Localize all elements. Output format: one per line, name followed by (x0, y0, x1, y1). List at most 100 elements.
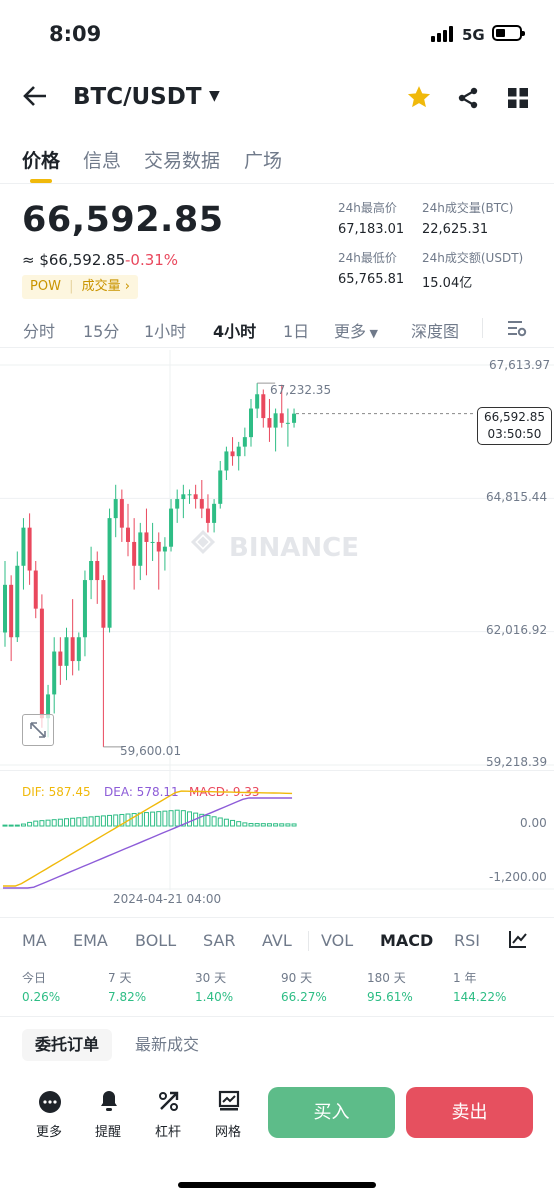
macd-histogram-bar (33, 820, 39, 827)
candle-body (52, 651, 57, 695)
home-indicator[interactable] (178, 1182, 376, 1188)
candle-body (58, 651, 63, 666)
back-arrow-icon[interactable] (22, 83, 48, 113)
tab-trading-data[interactable]: 交易数据 (144, 146, 220, 173)
vol-btc-label: 24h成交量(BTC) (422, 201, 514, 215)
interval-1d[interactable]: 1日 (283, 318, 309, 342)
macd-histogram-bar (100, 815, 106, 827)
macd-histogram-bar (82, 816, 88, 827)
divider (0, 183, 554, 184)
grid-bot-icon[interactable] (217, 1089, 241, 1117)
sell-button[interactable]: 卖出 (406, 1087, 533, 1138)
low-value: 65,765.81 (338, 272, 405, 287)
indicator-boll[interactable]: BOLL (135, 931, 176, 950)
alert-label[interactable]: 提醒 (95, 1121, 121, 1140)
candle-body (242, 437, 247, 447)
pow-volume-tag[interactable]: POW | 成交量 › (22, 275, 138, 299)
divider (308, 931, 309, 951)
candle-body (95, 561, 100, 581)
layout-grid-icon[interactable] (508, 88, 528, 112)
indicator-macd[interactable]: MACD (380, 931, 433, 950)
leverage-label[interactable]: 杠杆 (155, 1121, 181, 1140)
indicator-ma[interactable]: MA (22, 931, 47, 950)
candle-body (212, 503, 217, 523)
macd-axis-min: -1,200.00 (489, 870, 547, 884)
candle-body (255, 394, 260, 409)
more-label[interactable]: 更多 (36, 1121, 62, 1140)
price-change: -0.31% (125, 251, 179, 269)
candle-body (138, 532, 143, 566)
macd-histogram-bar (266, 823, 272, 827)
performance-label: 今日 (22, 971, 47, 985)
favorite-star-icon[interactable] (406, 84, 432, 114)
macd-histogram-bar (217, 817, 223, 827)
divider (482, 318, 483, 338)
tab-open-orders[interactable]: 委托订单 (22, 1029, 112, 1061)
divider (0, 1016, 554, 1017)
candle-body (236, 446, 241, 457)
interval-4h[interactable]: 4小时 (213, 318, 256, 342)
candle-body (292, 413, 297, 423)
pair-title[interactable]: BTC/USDT (73, 84, 202, 110)
macd-histogram-bar (39, 820, 45, 827)
macd-histogram-bar (174, 809, 180, 827)
caret-down-icon[interactable]: ▼ (209, 88, 220, 104)
axis-label: 59,218.39 (486, 755, 548, 769)
more-icon[interactable] (38, 1090, 62, 1118)
interval-depth[interactable]: 深度图 (411, 318, 459, 342)
macd-histogram-bar (248, 823, 254, 827)
vol-btc-value: 22,625.31 (422, 222, 489, 237)
indicator-vol[interactable]: VOL (321, 931, 353, 950)
interval-15m[interactable]: 15分 (83, 318, 119, 342)
candle-body (261, 394, 266, 419)
candle-body (193, 494, 198, 500)
candle-body (187, 494, 192, 496)
candle-body (218, 470, 223, 504)
macd-histogram-bar (143, 812, 149, 827)
candle-body (70, 637, 75, 662)
fullscreen-expand-icon[interactable] (22, 714, 54, 746)
pow-tag: POW (30, 279, 61, 294)
macd-histogram-bar (20, 823, 26, 827)
indicator-settings-icon[interactable] (508, 929, 528, 953)
interval-1h[interactable]: 1小时 (144, 318, 186, 342)
binance-watermark: BINANCE (190, 529, 359, 563)
macd-histogram-bar (291, 823, 297, 827)
interval-line[interactable]: 分时 (23, 318, 55, 342)
indicator-ema[interactable]: EMA (73, 931, 108, 950)
macd-histogram-bar (94, 815, 100, 827)
date-label: 2024-04-21 04:00 (113, 892, 222, 906)
macd-histogram-bar (8, 824, 14, 827)
tab-info[interactable]: 信息 (83, 146, 121, 173)
candle-body (89, 561, 94, 581)
tab-square[interactable]: 广场 (244, 146, 282, 173)
share-icon[interactable] (456, 86, 480, 114)
candlestick-chart[interactable]: BINANCE (0, 350, 554, 770)
leverage-icon[interactable] (157, 1089, 181, 1117)
grid-label[interactable]: 网格 (215, 1121, 241, 1140)
divider (0, 917, 554, 918)
high-marker-label: 67,232.35 (270, 383, 332, 397)
candle-body (3, 584, 7, 633)
performance-value: 0.26% (22, 990, 61, 1004)
tab-latest-trades[interactable]: 最新成交 (135, 1029, 199, 1061)
candle-body (150, 541, 155, 543)
buy-button[interactable]: 买入 (268, 1087, 395, 1138)
tab-price[interactable]: 价格 (22, 146, 60, 173)
alert-bell-icon[interactable] (97, 1089, 121, 1117)
candle-body (15, 565, 20, 638)
indicator-rsi[interactable]: RSI (454, 931, 480, 950)
candle-body (224, 451, 229, 471)
candle-body (169, 508, 174, 547)
chart-settings-icon[interactable] (507, 318, 527, 342)
candle-body (76, 637, 81, 662)
candle-body (82, 580, 87, 638)
performance-label: 7 天 (108, 971, 132, 985)
indicator-sar[interactable]: SAR (203, 931, 236, 950)
volume-tag: 成交量 › (81, 279, 130, 294)
indicator-avl[interactable]: AVL (262, 931, 292, 950)
candle-body (205, 508, 210, 523)
candle-body (162, 546, 167, 552)
low-label: 24h最低价 (338, 251, 397, 265)
interval-more[interactable]: 更多 ▼ (334, 318, 378, 342)
